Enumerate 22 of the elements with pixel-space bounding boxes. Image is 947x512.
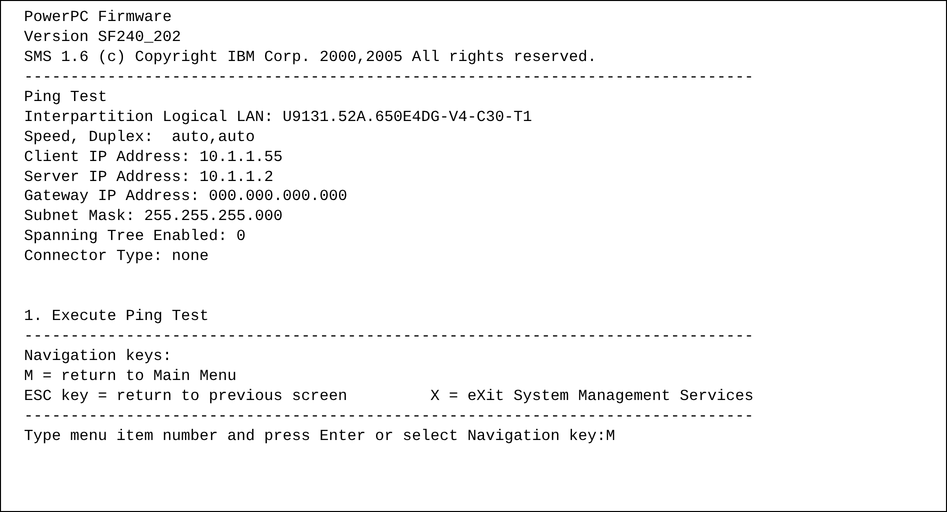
screen-title: Ping Test [24,88,108,108]
setting-text: Speed, Duplex: auto,auto [24,128,255,148]
setting-text: Connector Type: none [24,247,209,268]
separator-line: ------------------------------------------------------------------------------- [24,68,754,88]
setting-text: Gateway IP Address: 000.000.000.000 [24,187,348,208]
separator-line: ------------------------------------------------------------------------------- [24,327,754,347]
version-text: Version SF240_202 [24,28,182,48]
navigation-key-text: X = eXit System Management Services [430,386,754,407]
menu-item[interactable]: 1. Execute Ping Test [24,307,209,328]
prompt-text: Type menu item number and press Enter or select Navigation key: [24,426,606,447]
navigation-key-text: M = return to Main Menu [24,366,236,387]
navigation-key-text: ESC key = return to previous screen [24,386,348,407]
input-field[interactable]: M [606,426,616,447]
setting-text: Interpartition Logical LAN: U9131.52A.650E4DG-V4-C30-T1 [24,108,532,128]
setting-text: Client IP Address: 10.1.1.55 [24,148,283,168]
separator-line: ------------------------------------------------------------------------------- [24,406,754,427]
setting-text: Subnet Mask: 255.255.255.000 [24,207,283,228]
setting-text: Server IP Address: 10.1.1.2 [24,168,274,188]
navigation-heading: Navigation keys: [24,346,172,367]
setting-text: Spanning Tree Enabled: 0 [24,227,246,248]
copyright-text: SMS 1.6 (c) Copyright IBM Corp. 2000,2005 All rights reserved. [24,48,597,68]
firmware-title: PowerPC Firmware [24,8,172,28]
